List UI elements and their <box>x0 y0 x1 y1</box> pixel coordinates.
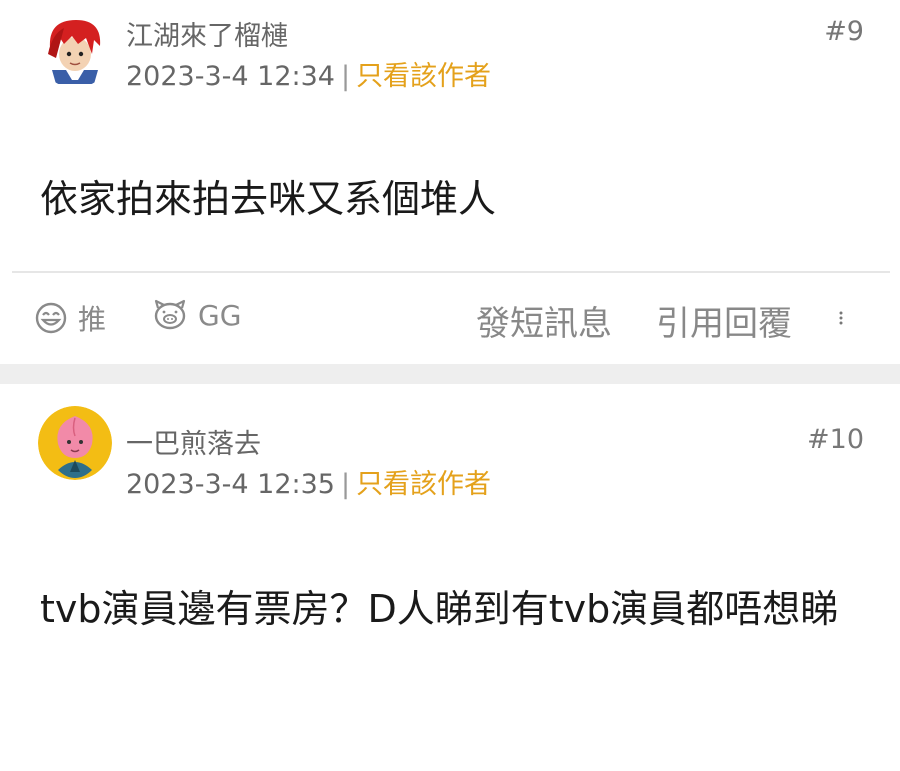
more-options-button[interactable] <box>836 296 856 340</box>
author-only-link[interactable]: 只看該作者 <box>356 469 491 500</box>
pink-peach-avatar-icon <box>38 406 112 480</box>
red-hair-anime-avatar-icon <box>38 14 112 88</box>
meta-separator: | <box>340 61 351 92</box>
post-date: 2023-3-4 12:34 <box>126 61 335 92</box>
post-separator-band <box>0 364 900 384</box>
pig-icon <box>154 299 186 330</box>
author-only-link[interactable]: 只看該作者 <box>356 61 491 92</box>
smiley-icon <box>35 302 67 334</box>
post-content: tvb演員邊有票房？D人睇到有tvb演員都唔想睇 <box>40 587 839 631</box>
floor-number: #10 <box>807 424 864 455</box>
post-actions: 推 GG 發短訊息 引用回覆 <box>0 292 900 348</box>
floor-number: #9 <box>824 16 864 47</box>
like-label: 推 <box>78 303 107 336</box>
like-button[interactable]: 推 <box>34 298 106 338</box>
post-meta: 2023-3-4 12:35 | 只看該作者 <box>126 462 491 501</box>
post-meta: 2023-3-4 12:34 | 只看該作者 <box>126 54 491 93</box>
username[interactable]: 一巴煎落去 <box>126 422 261 461</box>
post-10: 一巴煎落去 2023-3-4 12:35 | 只看該作者 #10 tvb演員邊有票房… <box>0 384 900 771</box>
avatar[interactable] <box>38 14 112 88</box>
more-vertical-icon <box>839 311 843 325</box>
send-message-button[interactable]: 發短訊息 <box>476 296 612 345</box>
quote-reply-button[interactable]: 引用回覆 <box>656 296 792 345</box>
post-content: 依家拍來拍去咪又系個堆人 <box>40 177 497 221</box>
divider <box>12 271 890 273</box>
gg-label: GG <box>198 298 242 332</box>
username[interactable]: 江湖來了榴槤 <box>126 14 288 53</box>
post-9: 江湖來了榴槤 2023-3-4 12:34 | 只看該作者 #9 依家拍來拍去咪又系… <box>0 0 900 364</box>
gg-button[interactable]: GG <box>152 298 241 332</box>
avatar[interactable] <box>38 406 112 480</box>
meta-separator: | <box>340 469 351 500</box>
post-date: 2023-3-4 12:35 <box>126 469 335 500</box>
